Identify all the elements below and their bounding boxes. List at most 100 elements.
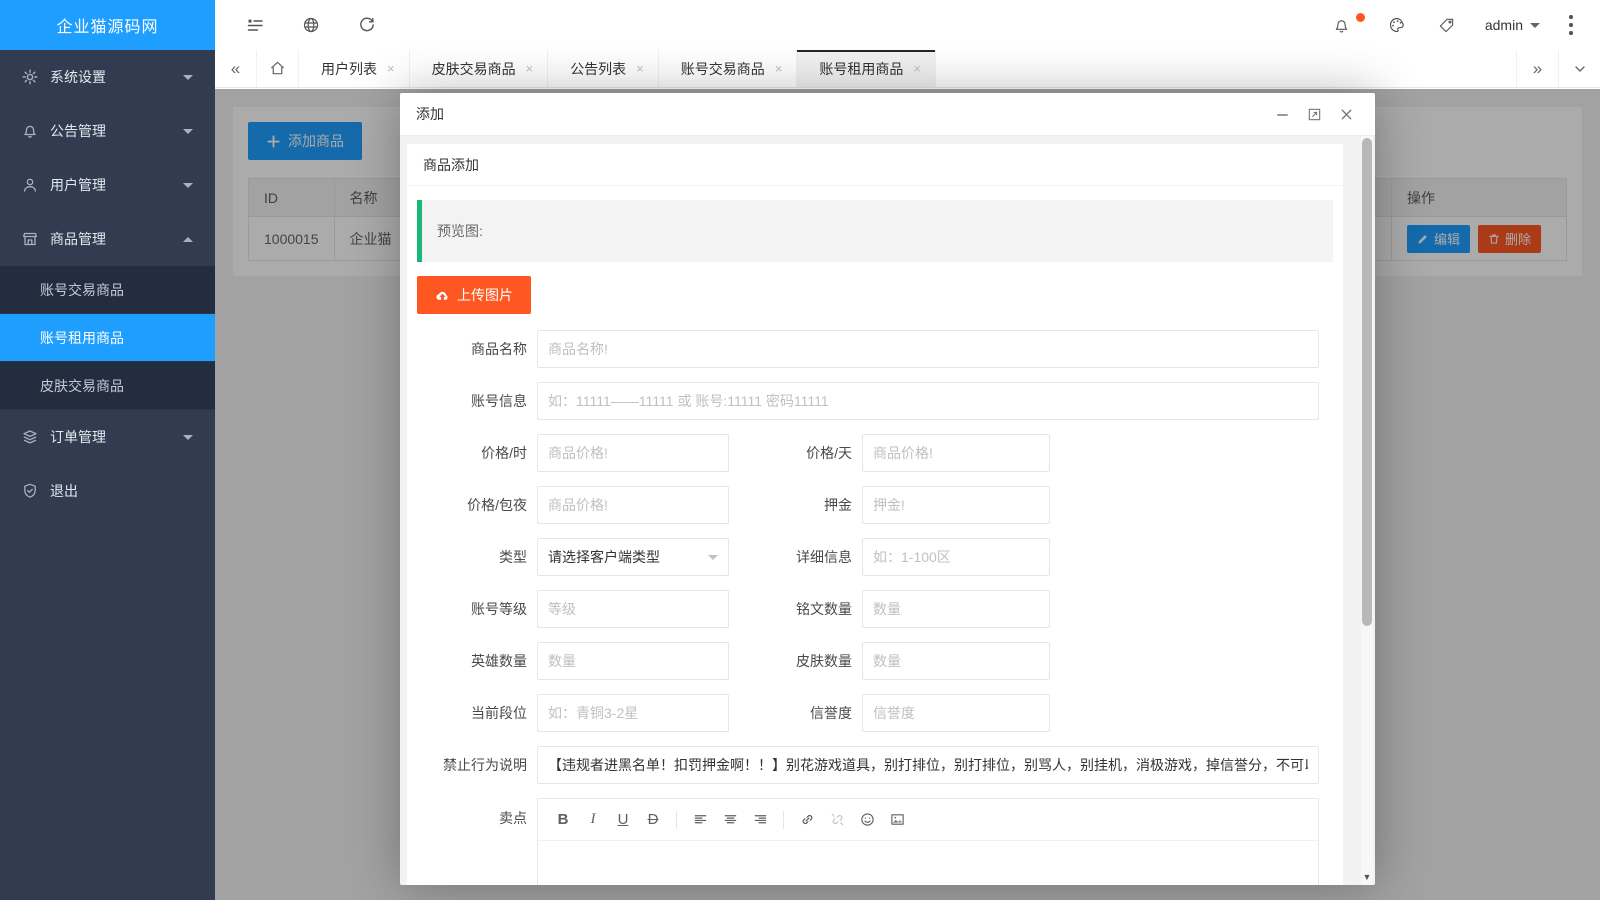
modal-scrollbar[interactable]: ▼: [1361, 136, 1373, 885]
scrollbar-thumb[interactable]: [1362, 138, 1372, 626]
client-type-select[interactable]: 请选择客户端类型: [537, 538, 729, 576]
tabs-scroll-right-icon[interactable]: »: [1516, 50, 1558, 87]
current-rank-input[interactable]: [537, 694, 729, 732]
image-icon[interactable]: [882, 805, 912, 835]
tab-announcement-list[interactable]: 公告列表×: [548, 50, 659, 87]
align-left-icon[interactable]: [685, 805, 715, 835]
editor-content[interactable]: [538, 841, 1318, 885]
unlink-icon[interactable]: [822, 805, 852, 835]
sidebar-item-goods[interactable]: 商品管理: [0, 212, 215, 266]
field-label: 详细信息: [729, 547, 862, 567]
close-icon[interactable]: ×: [526, 61, 534, 76]
field-label: 禁止行为说明: [417, 755, 537, 775]
skin-count-input[interactable]: [862, 642, 1050, 680]
scrollbar-down-arrow[interactable]: ▼: [1361, 872, 1373, 882]
field-label: 账号信息: [417, 391, 537, 411]
tab-skin-trade[interactable]: 皮肤交易商品 ×: [410, 50, 549, 87]
refresh-icon[interactable]: [347, 0, 387, 50]
shop-icon: [22, 231, 38, 247]
sidebar-item-label: 系统设置: [50, 67, 183, 87]
detail-info-input[interactable]: [862, 538, 1050, 576]
forbidden-behavior-input[interactable]: [537, 746, 1319, 784]
tab-account-rental[interactable]: 账号租用商品 ×: [797, 50, 936, 87]
inscription-count-input[interactable]: [862, 590, 1050, 628]
italic-icon[interactable]: I: [578, 805, 608, 835]
sidebar-subitem-account-rental[interactable]: 账号租用商品: [0, 314, 215, 362]
hero-count-input[interactable]: [537, 642, 729, 680]
price-overnight-input[interactable]: [537, 486, 729, 524]
sidebar-item-announcements[interactable]: 公告管理: [0, 104, 215, 158]
strikethrough-icon[interactable]: D: [638, 805, 668, 835]
tab-label: 账号交易商品: [681, 59, 765, 79]
sidebar-item-logout[interactable]: 退出: [0, 464, 215, 518]
close-icon[interactable]: ×: [775, 61, 783, 76]
close-icon[interactable]: ×: [636, 61, 644, 76]
modal-titlebar: 添加: [400, 93, 1375, 136]
minimize-icon[interactable]: [1269, 101, 1295, 127]
align-right-icon[interactable]: [745, 805, 775, 835]
sidebar-item-users[interactable]: 用户管理: [0, 158, 215, 212]
close-icon[interactable]: [1333, 101, 1359, 127]
chevron-down-icon: [183, 435, 193, 440]
field-label: 皮肤数量: [729, 651, 862, 671]
chevron-down-icon: [708, 555, 718, 560]
chevron-down-icon: [1530, 23, 1540, 28]
field-label: 当前段位: [417, 703, 537, 723]
gear-icon: [22, 69, 38, 85]
maximize-icon[interactable]: [1301, 101, 1327, 127]
sidebar-subitem-skin-trade[interactable]: 皮肤交易商品: [0, 362, 215, 410]
align-center-icon[interactable]: [715, 805, 745, 835]
tab-user-list[interactable]: 用户列表 ×: [299, 50, 410, 87]
goods-add-card: 商品添加 预览图: 上传图片 商品名称: [407, 144, 1343, 885]
preview-block: 预览图:: [417, 200, 1333, 262]
tab-label: 用户列表: [321, 59, 377, 79]
editor-toolbar: B I U D: [538, 799, 1318, 841]
upload-image-button[interactable]: 上传图片: [417, 276, 531, 314]
sidebar-subitem-account-trade[interactable]: 账号交易商品: [0, 266, 215, 314]
chevron-up-icon: [183, 237, 193, 242]
close-icon[interactable]: ×: [387, 61, 395, 76]
account-info-input[interactable]: [537, 382, 1319, 420]
user-menu[interactable]: admin: [1485, 17, 1540, 33]
globe-icon[interactable]: [291, 0, 331, 50]
chevron-down-icon: [183, 129, 193, 134]
sidebar-item-system-settings[interactable]: 系统设置: [0, 50, 215, 104]
price-day-input[interactable]: [862, 434, 1050, 472]
field-label: 卖点: [417, 808, 537, 828]
field-label: 价格/天: [729, 443, 862, 463]
tabs-scroll-left-icon[interactable]: «: [215, 50, 257, 87]
notification-badge-dot: [1356, 13, 1365, 22]
tag-icon[interactable]: [1427, 0, 1467, 50]
sidebar-item-label: 用户管理: [50, 175, 183, 195]
sidebar-item-label: 公告管理: [50, 121, 183, 141]
sidebar-subitem-label: 皮肤交易商品: [40, 376, 124, 396]
tabbar: « 用户列表 × 皮肤交易商品 × 公告列表× 账号交易商品 × 账号租用商品 × »: [215, 50, 1600, 88]
price-hour-input[interactable]: [537, 434, 729, 472]
close-icon[interactable]: ×: [913, 61, 921, 76]
user-icon: [22, 177, 38, 193]
tab-label: 皮肤交易商品: [432, 59, 516, 79]
link-icon[interactable]: [792, 805, 822, 835]
tabs-menu-chevron-icon[interactable]: [1558, 50, 1600, 87]
field-label: 类型: [417, 547, 537, 567]
palette-icon[interactable]: [1377, 0, 1417, 50]
bold-icon[interactable]: B: [548, 805, 578, 835]
emoji-icon[interactable]: [852, 805, 882, 835]
deposit-input[interactable]: [862, 486, 1050, 524]
credit-input[interactable]: [862, 694, 1050, 732]
more-menu-icon[interactable]: [1554, 0, 1588, 50]
tab-label: 账号租用商品: [819, 59, 903, 79]
bell-icon[interactable]: [1322, 0, 1362, 50]
app-logo: 企业猫源码网: [0, 0, 215, 50]
layers-icon: [22, 429, 38, 445]
collapse-menu-icon[interactable]: [235, 0, 275, 50]
field-label: 价格/包夜: [417, 495, 537, 515]
underline-icon[interactable]: U: [608, 805, 638, 835]
sidebar-item-label: 订单管理: [50, 427, 183, 447]
product-name-input[interactable]: [537, 330, 1319, 368]
tab-account-trade[interactable]: 账号交易商品 ×: [659, 50, 798, 87]
field-label: 账号等级: [417, 599, 537, 619]
account-level-input[interactable]: [537, 590, 729, 628]
sidebar-item-orders[interactable]: 订单管理: [0, 410, 215, 464]
home-icon[interactable]: [257, 50, 299, 87]
